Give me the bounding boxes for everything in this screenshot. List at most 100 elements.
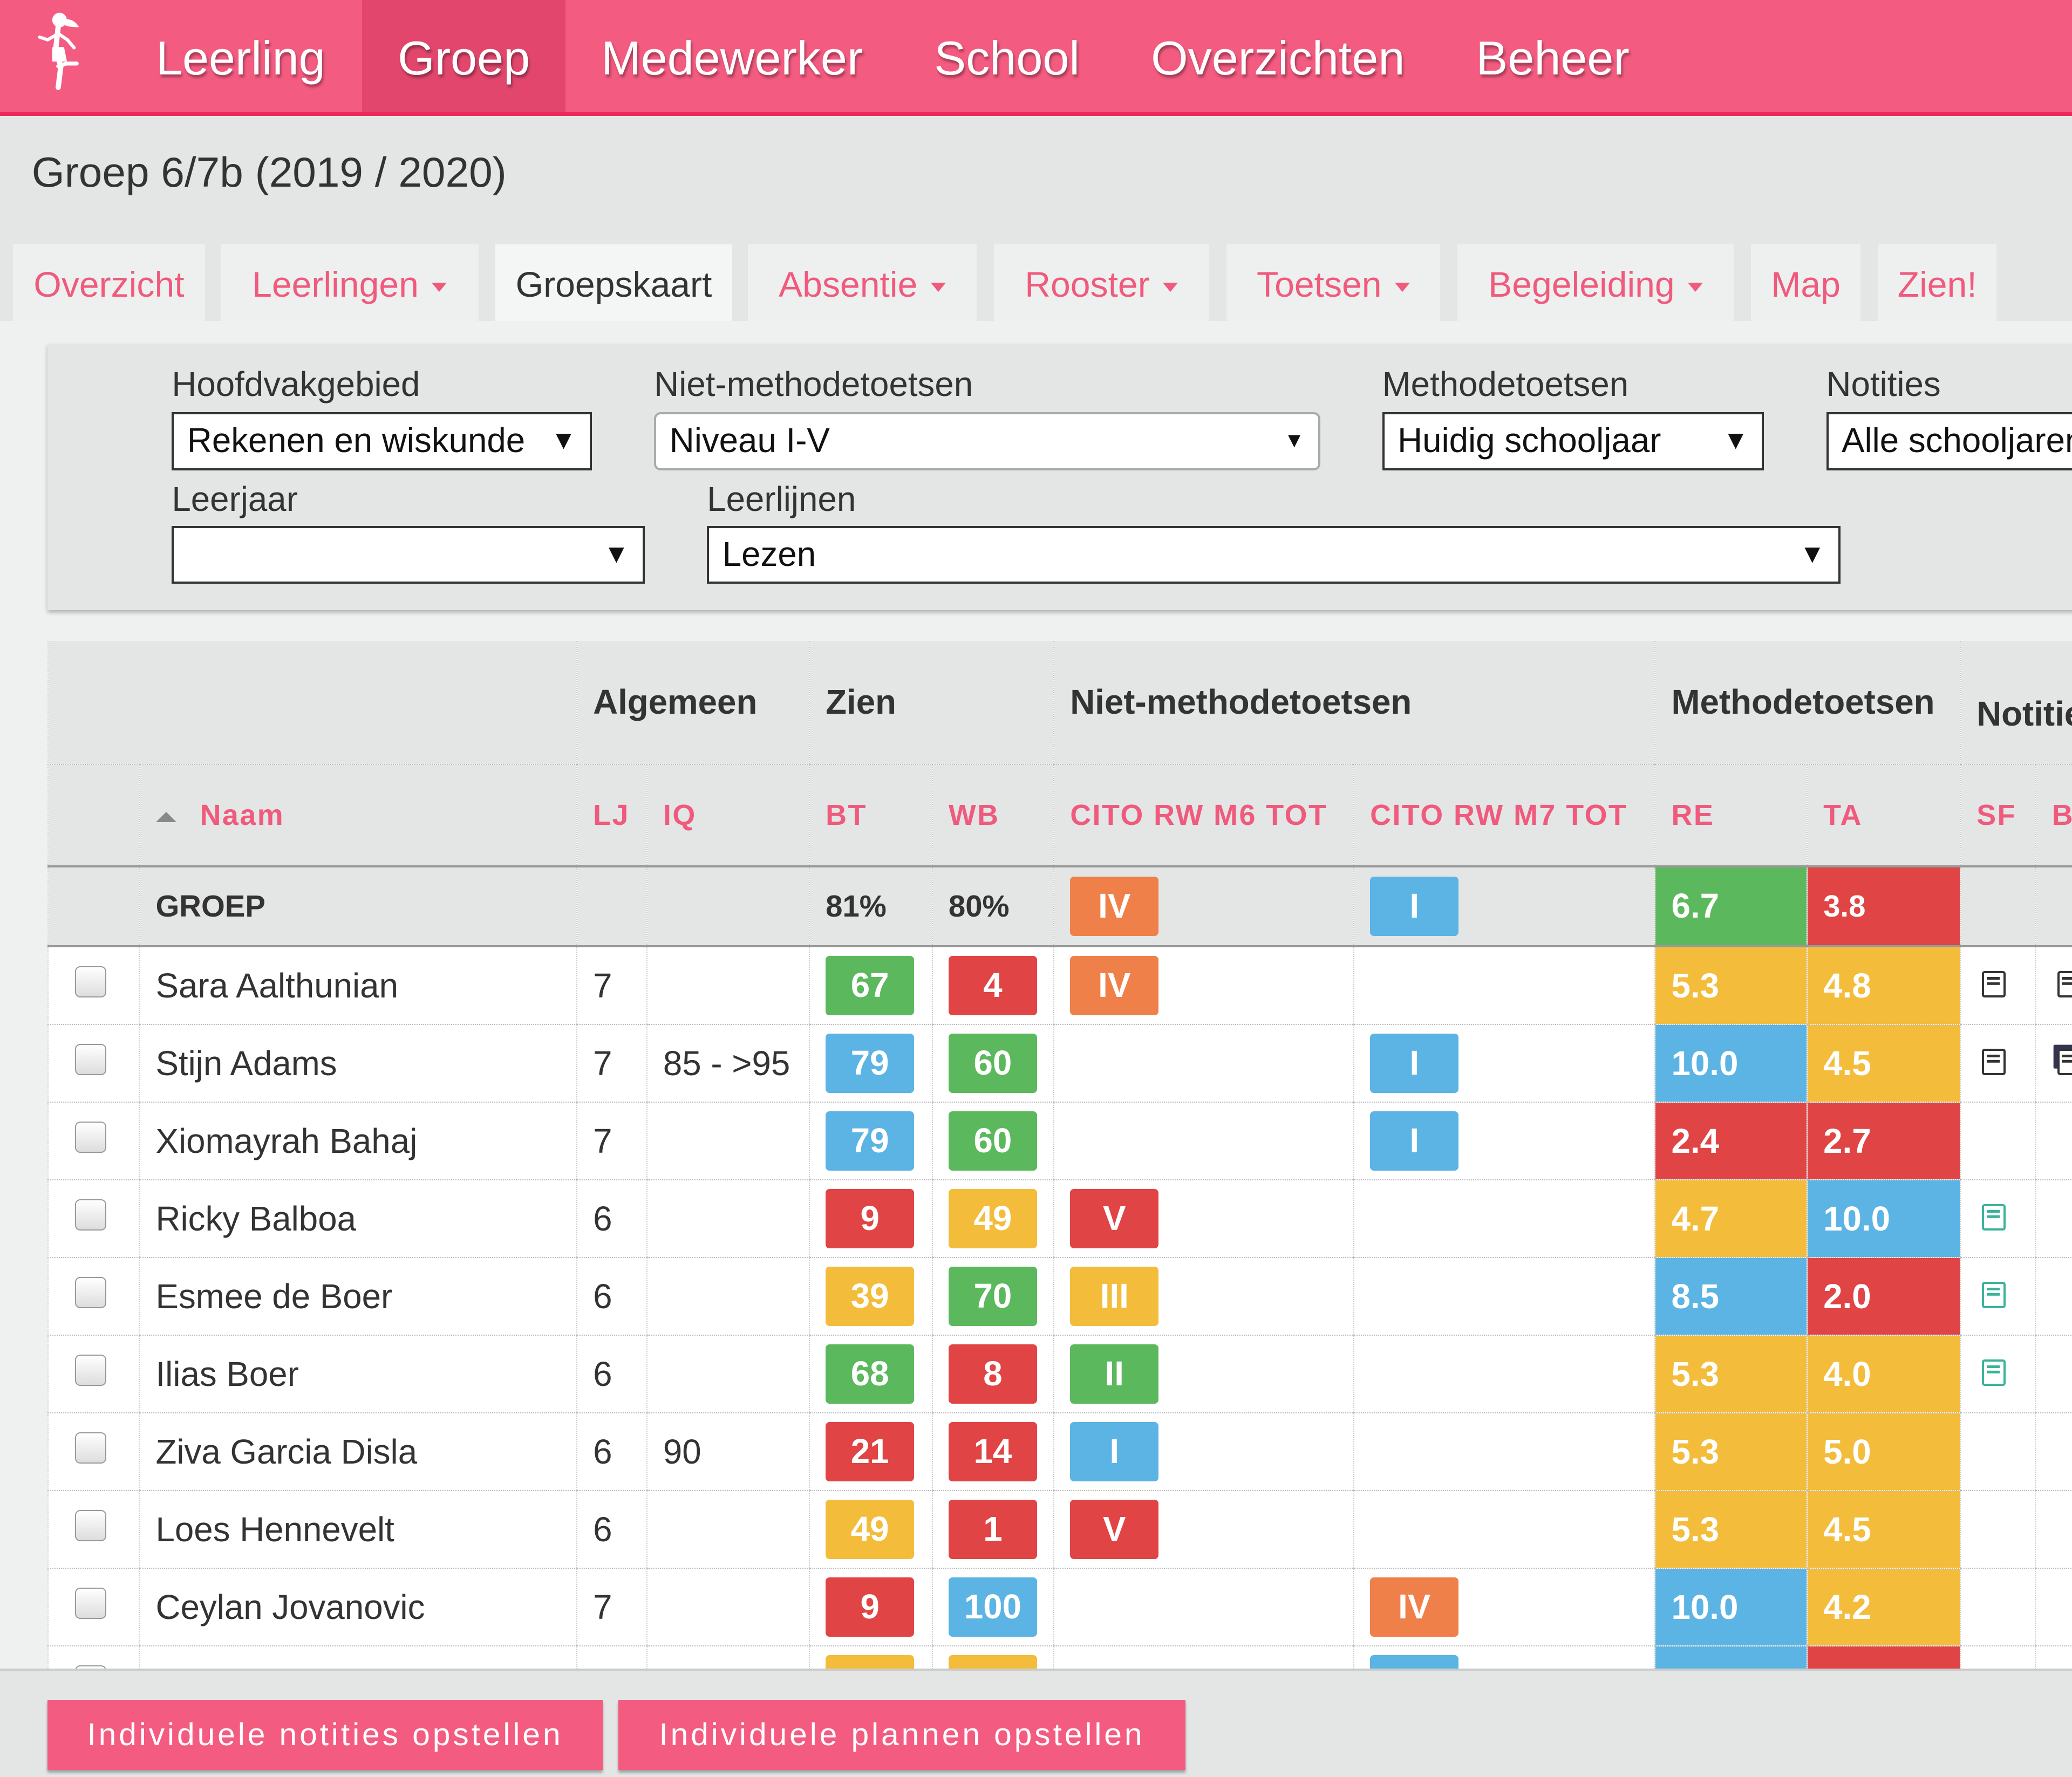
sf-cell[interactable]: [1960, 1335, 2036, 1413]
row-checkbox[interactable]: [75, 1122, 106, 1153]
row-checkbox[interactable]: [75, 966, 106, 997]
ta-cell: 10.0: [1807, 1180, 1960, 1257]
caret-down-icon: [1688, 283, 1703, 292]
note-icon[interactable]: [1982, 1049, 2006, 1075]
lj-cell: 7: [577, 1024, 647, 1102]
tab-zien[interactable]: Zien!: [1878, 244, 1996, 321]
note-icon[interactable]: [1982, 971, 2006, 997]
running-girl-logo-icon[interactable]: [29, 8, 95, 98]
cito-m7-cell: [1354, 1335, 1655, 1413]
checkbox-cell: [48, 1646, 139, 1669]
individuele-notities-button[interactable]: Individuele notities opstellen: [47, 1700, 603, 1770]
nav-medewerker[interactable]: Medewerker: [565, 0, 898, 112]
cito-m6-cell-badge: V: [1070, 1500, 1158, 1559]
row-checkbox[interactable]: [75, 1044, 106, 1075]
cito-m7-cell-badge: I: [1370, 877, 1458, 936]
tab-toetsen[interactable]: Toetsen: [1226, 244, 1441, 321]
hoofdvakgebied-select[interactable]: Rekenen en wiskunde▼: [172, 412, 592, 470]
sf-cell: [1960, 1646, 2036, 1669]
tab-leerlingen[interactable]: Leerlingen: [221, 244, 479, 321]
nav-overzichten[interactable]: Overzichten: [1115, 0, 1441, 112]
ta-cell-value: 4.8: [1823, 967, 1871, 1005]
row-checkbox[interactable]: [75, 1432, 106, 1464]
leerlijnen-select[interactable]: Lezen▼: [707, 526, 1841, 584]
student-name[interactable]: Loes Hennevelt: [139, 1491, 577, 1568]
nav-beheer[interactable]: Beheer: [1440, 0, 1665, 112]
b-cell: [2035, 1257, 2072, 1335]
column-header-wb[interactable]: WB: [932, 764, 1054, 866]
re-cell-value: 5.3: [1671, 1433, 1719, 1471]
tab-groepskaart[interactable]: Groepskaart: [495, 244, 732, 321]
sf-cell[interactable]: [1960, 946, 2036, 1024]
student-name[interactable]: Ilias Boer: [139, 1335, 577, 1413]
notities-select[interactable]: Alle schooljaren: [1826, 412, 2072, 470]
column-header-ta[interactable]: TA: [1807, 764, 1960, 866]
wb-cell-badge: 14: [949, 1422, 1037, 1481]
copy-note-icon[interactable]: [2057, 1049, 2072, 1075]
re-cell-value: 10.0: [1671, 1044, 1738, 1083]
nav-school[interactable]: School: [898, 0, 1115, 112]
methodetoetsen-select[interactable]: Huidig schooljaar▼: [1382, 412, 1764, 470]
b-cell[interactable]: [2035, 946, 2072, 1024]
note-icon[interactable]: [1982, 1359, 2006, 1386]
student-name[interactable]: Ricky Balboa: [139, 1180, 577, 1257]
niet-methodetoetsen-select[interactable]: Niveau I-V▼: [654, 412, 1320, 470]
student-name[interactable]: Ziva Garcia Disla: [139, 1413, 577, 1491]
wb-cell-badge: 38: [949, 1655, 1037, 1669]
nav-groep[interactable]: Groep: [362, 0, 565, 112]
leerjaar-select[interactable]: ▼: [172, 526, 645, 584]
sf-cell: [1960, 1102, 2036, 1180]
row-checkbox[interactable]: [75, 1277, 106, 1308]
table-row: Ceylan Jovanovic79100IV10.04.2: [48, 1568, 2072, 1646]
column-header-b[interactable]: B: [2035, 764, 2072, 866]
tab-rooster[interactable]: Rooster: [994, 244, 1209, 321]
ta-cell-value: 2.7: [1823, 1122, 1871, 1160]
note-icon[interactable]: [2057, 971, 2072, 997]
ta-cell-value: 4.5: [1823, 1511, 1871, 1549]
column-header-cito-m7[interactable]: CITO RW M7 TOT: [1354, 764, 1655, 866]
student-name[interactable]: Ceylan Jovanovic: [139, 1568, 577, 1646]
column-header-cito-m6[interactable]: CITO RW M6 TOT: [1054, 764, 1354, 866]
checkbox-cell: [48, 1491, 139, 1568]
column-header-re[interactable]: RE: [1655, 764, 1807, 866]
tab-absentie[interactable]: Absentie: [748, 244, 977, 321]
tab-label: Absentie: [779, 265, 917, 305]
cito-m6-cell: [1054, 1568, 1354, 1646]
student-name[interactable]: Sara Aalthunian: [139, 946, 577, 1024]
column-header-sf[interactable]: SF: [1960, 764, 2036, 866]
column-header-iq[interactable]: IQ: [647, 764, 809, 866]
student-name-text: Ziva Garcia Disla: [156, 1433, 418, 1471]
nav-leerling[interactable]: Leerling: [120, 0, 361, 112]
student-name[interactable]: Brain Kuper: [139, 1646, 577, 1669]
column-header-bt[interactable]: BT: [809, 764, 932, 866]
column-header-lj[interactable]: LJ: [577, 764, 647, 866]
row-checkbox[interactable]: [75, 1355, 106, 1386]
wb-cell-badge: 49: [949, 1189, 1037, 1248]
sf-cell[interactable]: [1960, 1024, 2036, 1102]
column-header-naam[interactable]: Naam: [139, 764, 577, 866]
sf-cell: [1960, 866, 2036, 946]
student-name[interactable]: Esmee de Boer: [139, 1257, 577, 1335]
tab-map[interactable]: Map: [1751, 244, 1860, 321]
lj-value: 7: [593, 967, 612, 1005]
lj-cell: 6: [577, 1335, 647, 1413]
sf-cell: [1960, 1568, 2036, 1646]
tab-overzicht[interactable]: Overzicht: [13, 244, 205, 321]
note-icon[interactable]: [1982, 1282, 2006, 1308]
wb-cell: 49: [932, 1180, 1054, 1257]
ta-cell: 4.0: [1807, 1335, 1960, 1413]
b-cell[interactable]: [2035, 1024, 2072, 1102]
tab-begeleiding[interactable]: Begeleiding: [1457, 244, 1734, 321]
wb-cell-badge: 100: [949, 1577, 1037, 1637]
row-checkbox[interactable]: [75, 1588, 106, 1619]
student-name[interactable]: Stijn Adams: [139, 1024, 577, 1102]
sf-cell[interactable]: [1960, 1257, 2036, 1335]
row-checkbox[interactable]: [75, 1510, 106, 1541]
note-icon[interactable]: [1982, 1204, 2006, 1231]
lj-cell: 7: [577, 1568, 647, 1646]
row-checkbox[interactable]: [75, 1199, 106, 1231]
student-name[interactable]: Xiomayrah Bahaj: [139, 1102, 577, 1180]
lj-value: 6: [593, 1433, 612, 1471]
sf-cell[interactable]: [1960, 1180, 2036, 1257]
individuele-plannen-button[interactable]: Individuele plannen opstellen: [618, 1700, 1185, 1770]
